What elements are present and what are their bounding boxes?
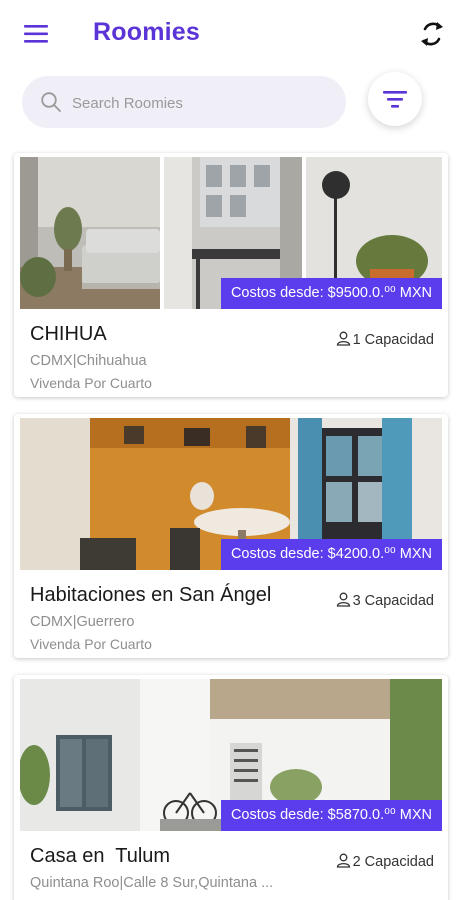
user-icon [336,331,350,346]
hamburger-menu-icon[interactable] [22,20,50,48]
capacity-label: 2 Capacidad [352,854,434,870]
listing-title: Casa en Tulum [30,845,171,867]
listing-card[interactable]: Costos desde: $4200.0.⁰⁰ MXN Habitacione… [14,414,448,658]
filter-icon [383,91,407,108]
price-badge: Costos desde: $9500.0.⁰⁰ MXN [220,278,442,309]
user-icon [336,853,350,868]
capacity-info: 1 Capacidad [336,331,434,348]
top-app-bar: Roomies [0,0,462,70]
listing-type: Vivenda Por Cuarto [30,636,152,652]
price-badge: Costos desde: $4200.0.⁰⁰ MXN [220,539,442,570]
listing-location: CDMX|Chihuahua [30,353,147,369]
user-icon [336,592,350,607]
capacity-label: 3 Capacidad [352,593,434,609]
listing-card[interactable]: Costos desde: $9500.0.⁰⁰ MXN CHIHUA 1 Ca… [14,153,448,397]
listing-location: CDMX|Guerrero [30,614,135,630]
refresh-icon[interactable] [416,18,448,50]
listing-card[interactable]: Costos desde: $5870.0.⁰⁰ MXN Casa en Tul… [14,675,448,900]
search-bar[interactable] [22,76,346,128]
search-icon [41,92,61,112]
listing-title: Habitaciones en San Ángel [30,584,272,606]
app-title: Roomies [93,18,200,46]
price-badge: Costos desde: $5870.0.⁰⁰ MXN [220,800,442,831]
app-screen: Roomies Search Roomies Costos desde: $95… [0,0,462,900]
capacity-info: 2 Capacidad [336,853,434,870]
search-input[interactable] [70,84,334,122]
capacity-label: 1 Capacidad [352,332,434,348]
filter-button[interactable] [368,72,422,126]
capacity-info: 3 Capacidad [336,592,434,609]
listing-location: Quintana Roo|Calle 8 Sur,Quintana ... [30,875,274,891]
listing-title: CHIHUA [30,323,107,345]
listing-type: Vivenda Por Cuarto [30,375,152,391]
